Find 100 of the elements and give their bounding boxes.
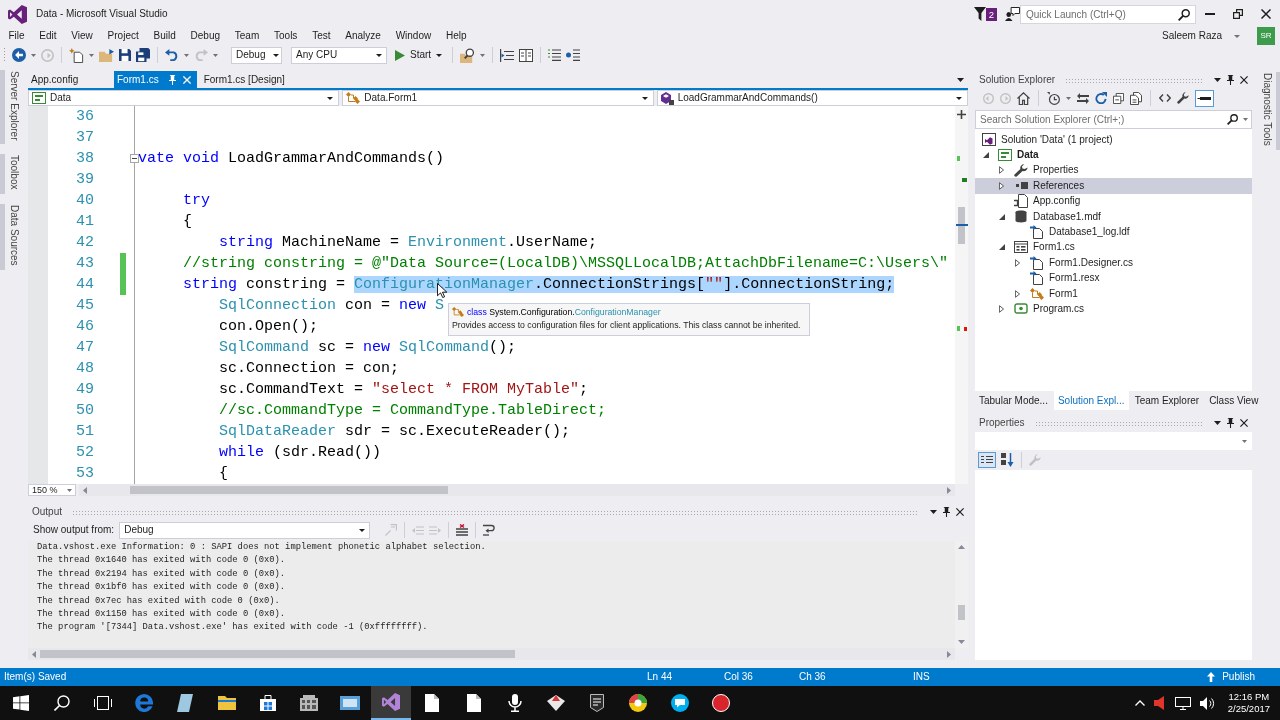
menu-item[interactable]: Tools (266, 28, 305, 44)
filter-icon[interactable] (973, 7, 986, 21)
preview-icon[interactable] (1195, 89, 1214, 107)
tree-item[interactable]: Form1.Designer.cs (975, 255, 1252, 271)
search-field[interactable]: Search Solution Explorer (Ctrl+;) (975, 110, 1252, 129)
browser-icon[interactable] (135, 694, 154, 712)
pin-icon[interactable] (943, 507, 950, 517)
collapse-icon[interactable] (130, 154, 139, 163)
scroll-thumb[interactable] (40, 650, 515, 658)
panel-tab[interactable]: Team Explorer (1130, 391, 1204, 410)
categorized-icon[interactable] (978, 452, 996, 468)
start-button[interactable]: Start (392, 45, 446, 65)
word-wrap-icon[interactable] (483, 524, 496, 536)
open-folder-icon[interactable] (99, 48, 114, 62)
menu-item[interactable]: Help (438, 28, 474, 44)
indent-icon[interactable] (500, 48, 515, 62)
tree-item[interactable]: Form1 (975, 285, 1252, 302)
caret-icon[interactable] (273, 53, 280, 57)
caret-icon[interactable] (956, 96, 962, 100)
back-icon[interactable] (12, 48, 26, 62)
scroll-left-icon[interactable] (32, 650, 36, 658)
new-item-icon[interactable] (69, 47, 84, 63)
expander-icon[interactable] (999, 181, 1004, 190)
panel-tab[interactable]: Class View (1205, 391, 1263, 410)
show-all-files-icon[interactable] (1130, 91, 1142, 105)
tree-item[interactable]: Program.cs (975, 301, 1252, 317)
expander-icon[interactable] (999, 166, 1004, 175)
menu-item[interactable]: View (63, 28, 101, 44)
tree-item[interactable]: Solution 'Data' (1 project) (975, 132, 1252, 148)
tool-window-tab[interactable]: Toolbox (0, 154, 22, 194)
horizontal-scrollbar[interactable] (28, 648, 955, 660)
refresh-icon[interactable] (1095, 92, 1107, 104)
chat-bubble-icon[interactable] (670, 694, 689, 712)
member-dropdown[interactable]: LoadGrammarAndCommands() (656, 90, 968, 106)
caret-icon[interactable] (359, 528, 366, 532)
menu-item[interactable]: Team (227, 28, 267, 44)
panel-tab[interactable]: Solution Expl... (1053, 391, 1129, 410)
configuration-dropdown[interactable]: Debug (231, 46, 282, 64)
task-view-icon[interactable] (93, 696, 112, 710)
scroll-thumb[interactable] (130, 486, 448, 494)
notification-count[interactable]: 2 (985, 7, 997, 21)
caret-icon[interactable] (327, 96, 334, 100)
comment-lines-icon[interactable] (548, 49, 562, 61)
platform-dropdown[interactable]: Any CPU (291, 46, 387, 64)
history-icon[interactable] (1047, 91, 1060, 105)
scroll-thumb[interactable] (958, 605, 965, 620)
caret-icon[interactable] (641, 96, 648, 100)
save-all-icon[interactable] (136, 48, 150, 62)
class-dropdown[interactable]: Data.Form1 (342, 90, 654, 106)
expander-icon[interactable] (999, 305, 1004, 313)
project-dropdown[interactable]: Data (28, 90, 340, 106)
search-icon[interactable] (1227, 114, 1238, 125)
tree-item[interactable]: Data (975, 147, 1252, 163)
monitor-icon[interactable] (1174, 696, 1191, 710)
expander-icon[interactable] (1015, 289, 1020, 298)
speaker-icon[interactable] (1153, 696, 1166, 710)
output-source-dropdown[interactable]: Debug (119, 521, 371, 539)
pin-icon[interactable] (1227, 418, 1234, 428)
dropdown-icon[interactable] (930, 510, 937, 514)
restore-icon[interactable] (1233, 9, 1243, 19)
code-icon[interactable] (1159, 94, 1171, 102)
menu-item[interactable]: File (1, 28, 32, 44)
sync-icon[interactable] (1077, 92, 1089, 104)
publish-button[interactable]: Publish (1207, 671, 1255, 683)
quick-launch-field[interactable]: Quick Launch (Ctrl+Q) (1020, 4, 1196, 24)
search-icon[interactable] (53, 695, 70, 711)
scroll-left-icon[interactable] (83, 486, 87, 494)
find-in-files-icon[interactable] (460, 47, 476, 63)
expander-icon[interactable] (983, 152, 989, 159)
tree-item[interactable]: Form1.cs (975, 239, 1252, 256)
search-icon[interactable] (1178, 8, 1190, 21)
expander-icon[interactable] (1015, 258, 1020, 267)
tree-item[interactable]: Form1.resx (975, 270, 1252, 286)
collapse-all-icon[interactable] (1113, 92, 1124, 104)
tree-item[interactable]: Database1.mdf (975, 208, 1252, 225)
app-logo-icon[interactable] (371, 686, 412, 720)
tree-item[interactable]: Properties (975, 162, 1252, 179)
feedback-icon[interactable] (1005, 7, 1020, 21)
close-icon[interactable] (1240, 76, 1248, 84)
list-lines-icon[interactable] (566, 49, 581, 61)
window-icon[interactable] (340, 696, 361, 710)
home-icon[interactable] (1017, 91, 1030, 105)
document-tab[interactable]: Form1.cs [Design] (200, 71, 291, 88)
save-icon[interactable] (119, 49, 131, 61)
dropdown-icon[interactable] (1214, 78, 1221, 82)
close-icon[interactable] (1261, 9, 1271, 19)
shopping-bag-icon[interactable] (259, 695, 276, 711)
tree-item[interactable]: App.config (975, 193, 1252, 209)
object-selector-field[interactable] (975, 432, 1252, 450)
caret-icon[interactable] (436, 53, 443, 57)
scroll-right-icon[interactable] (947, 486, 951, 494)
expander-icon[interactable] (999, 213, 1005, 220)
close-icon[interactable] (956, 508, 964, 516)
vertical-scrollbar[interactable] (955, 106, 968, 484)
menu-item[interactable]: Edit (31, 28, 64, 44)
zoom-dropdown[interactable]: 150 % (28, 484, 76, 496)
chevron-up-icon[interactable] (1134, 700, 1145, 706)
tool-window-tab[interactable]: Data Sources (0, 203, 22, 270)
menu-item[interactable]: Analyze (337, 28, 389, 44)
windows-start-icon[interactable] (12, 695, 29, 711)
